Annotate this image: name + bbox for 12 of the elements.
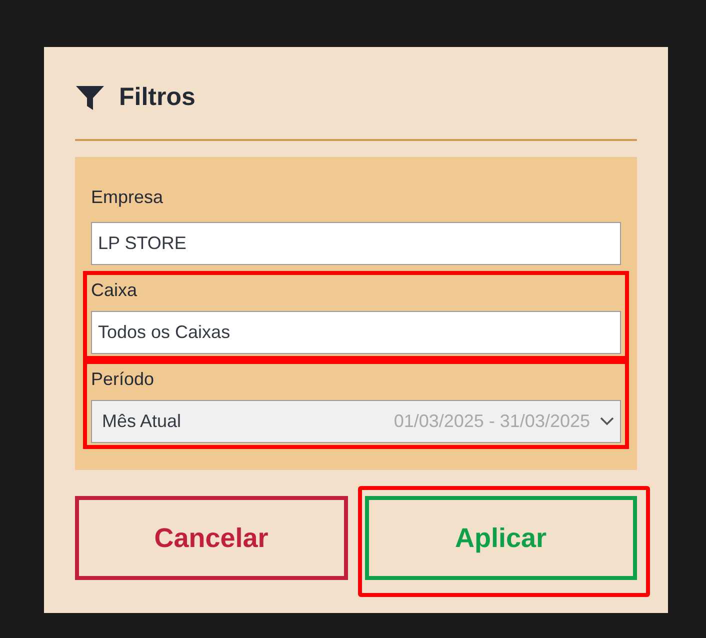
period-dropdown[interactable]: Mês Atual 01/03/2025 - 31/03/2025 (91, 400, 621, 443)
selected-option: Mês Atual (102, 408, 394, 435)
date-range: 01/03/2025 - 31/03/2025 (394, 410, 590, 433)
cancel-button[interactable]: Cancelar (75, 496, 348, 580)
field-label: Período (91, 368, 156, 391)
input-field[interactable]: LP STORE (91, 222, 621, 265)
dialog-title: Filtros (119, 82, 196, 114)
chevron-down-icon (600, 417, 614, 426)
field-label: Caixa (91, 279, 138, 302)
filter-icon (75, 85, 105, 111)
input-field[interactable]: Todos os Caixas (91, 311, 621, 354)
field-label: Empresa (91, 186, 164, 209)
